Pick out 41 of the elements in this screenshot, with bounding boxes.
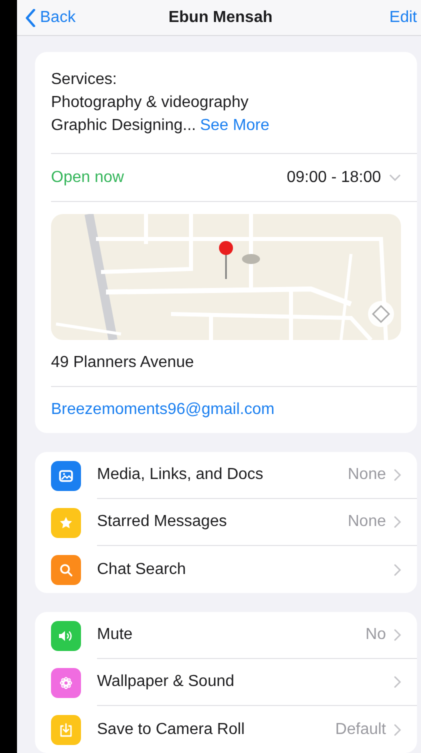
opening-hours[interactable]: 09:00 - 18:00 <box>286 166 381 190</box>
row-value: None <box>348 465 386 485</box>
row-label: Save to Camera Roll <box>97 720 246 740</box>
photo-icon <box>59 468 73 482</box>
open-status: Open now <box>51 168 125 188</box>
row-label: Mute <box>97 625 134 645</box>
dropdown-chevron-icon[interactable] <box>389 174 401 181</box>
save-icon <box>59 722 73 736</box>
see-more-link[interactable]: See More <box>200 114 270 137</box>
row-label: Media, Links, and Docs <box>97 465 264 485</box>
row-value: No <box>366 625 386 645</box>
row-label: Chat Search <box>97 560 187 580</box>
services-label: Services: <box>51 70 117 90</box>
chevron-icon <box>394 676 401 688</box>
contact-name: Ebun Mensah <box>168 8 272 28</box>
services-text: Graphic Designing... <box>51 116 196 136</box>
back-chevron-icon <box>25 8 36 26</box>
settings-row[interactable]: Mute No <box>35 612 417 659</box>
chevron-icon <box>394 469 401 481</box>
back-button[interactable]: Back <box>25 6 76 30</box>
edit-button[interactable]: Edit <box>389 6 417 30</box>
row-value: None <box>348 512 386 532</box>
settings-row[interactable]: Starred Messages None <box>35 499 417 546</box>
chevron-icon <box>394 516 401 528</box>
row-value: Default <box>335 720 386 740</box>
settings-row[interactable]: Chat Search <box>35 546 417 593</box>
settings-row[interactable]: Wallpaper & Sound <box>35 659 417 706</box>
address-text: 49 Planners Avenue <box>51 353 194 373</box>
row-label: Starred Messages <box>97 512 228 532</box>
row-label: Wallpaper & Sound <box>97 672 236 692</box>
chevron-icon <box>394 629 401 641</box>
star-icon <box>59 516 73 530</box>
services-text: Photography & videography <box>51 93 248 113</box>
email-link[interactable]: Breezemoments96@gmail.com <box>51 398 274 422</box>
speaker-icon <box>58 628 74 642</box>
chevron-icon <box>394 724 401 736</box>
settings-row[interactable]: Media, Links, and Docs None <box>35 452 417 499</box>
chevron-icon <box>394 564 401 576</box>
search-icon <box>59 562 73 576</box>
flower-icon <box>59 676 73 690</box>
settings-row[interactable]: Save to Camera Roll Default <box>35 706 417 753</box>
